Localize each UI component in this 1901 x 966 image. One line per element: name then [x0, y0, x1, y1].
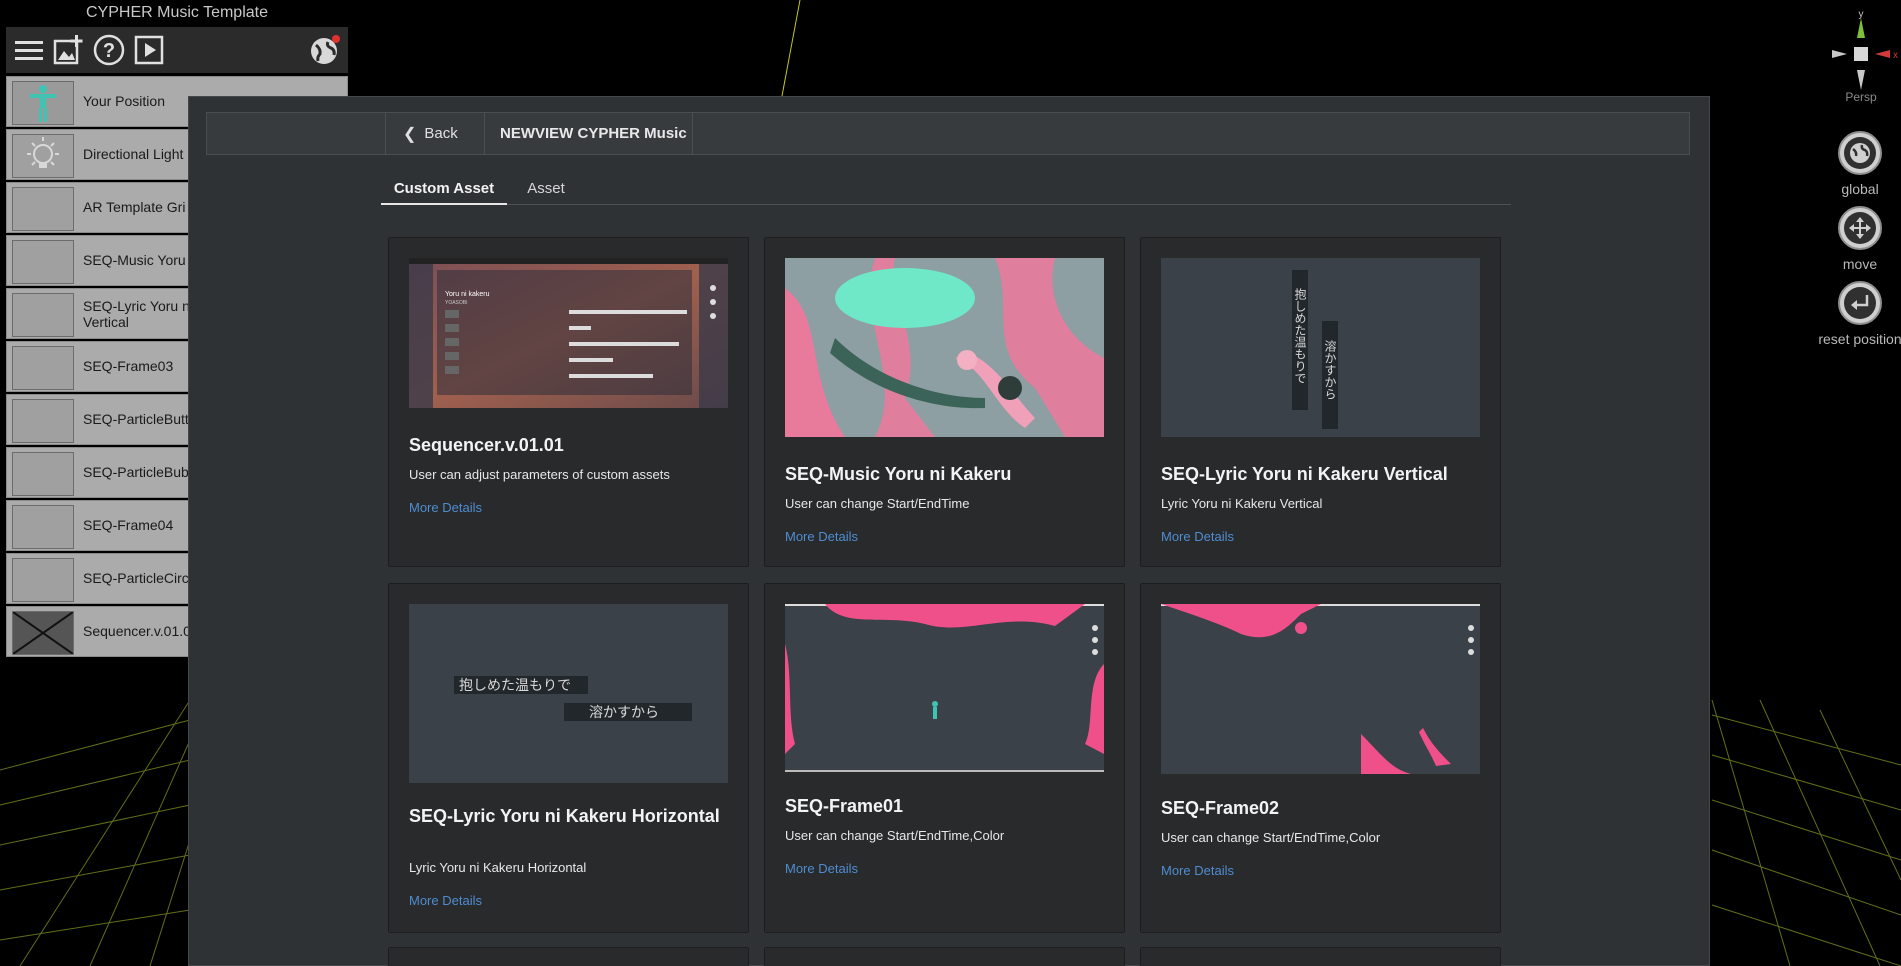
hierarchy-item-label: AR Template Gri: [83, 199, 186, 215]
modal-title: NEWVIEW CYPHER Music: [500, 125, 687, 142]
hierarchy-item-label: SEQ-Frame04: [83, 517, 174, 533]
global-label: global: [1841, 181, 1879, 197]
card-description: User can adjust parameters of custom ass…: [409, 467, 670, 482]
person-icon: [12, 81, 74, 125]
tab-asset[interactable]: Asset: [511, 173, 581, 205]
thumb-heading: Yoru ni kakeru: [445, 291, 490, 298]
asset-card[interactable]: SEQ-Frame02 User can change Start/EndTim…: [1140, 583, 1501, 933]
asset-card[interactable]: 抱しめた温もりで 溶かすから SEQ-Lyric Yoru ni Kakeru …: [1140, 237, 1501, 567]
hierarchy-item-label: Sequencer.v.01.0: [83, 623, 191, 639]
item-thumbnail: [12, 240, 74, 284]
hierarchy-item-label: SEQ-Frame03: [83, 358, 174, 374]
item-thumbnail: [12, 293, 74, 337]
add-image-icon[interactable]: [52, 33, 86, 67]
asset-tabs: Custom Asset Asset: [381, 173, 1511, 205]
asset-browser-modal: ❮ Back NEWVIEW CYPHER Music Custom Asset…: [188, 96, 1710, 966]
asset-card[interactable]: 抱しめた温もりで 溶かすから SEQ-Lyric Yoru ni Kakeru …: [388, 583, 749, 933]
globe-icon: [1850, 143, 1870, 163]
thumb-lyric-line2: 溶かすから: [589, 705, 659, 721]
more-details-link[interactable]: More Details: [1161, 863, 1234, 878]
axis-y-label: y: [1859, 9, 1864, 20]
axis-x-label: x: [1893, 50, 1898, 61]
hierarchy-title: CYPHER Music Template: [86, 4, 268, 21]
hierarchy-item-label: SEQ-Lyric Yoru ni Vertical: [83, 298, 193, 330]
item-thumbnail: [12, 346, 74, 390]
move-button[interactable]: move: [1805, 206, 1901, 272]
item-thumbnail: [12, 399, 74, 443]
thumb-lyric-line1: 抱しめた温もりで: [459, 678, 571, 694]
globe-notification-icon[interactable]: [308, 33, 342, 67]
card-title: SEQ-Lyric Yoru ni Kakeru Horizontal: [409, 806, 720, 826]
thumb-lyric-line1: 抱しめた温もりで: [1293, 287, 1307, 384]
asset-card[interactable]: SEQ-Music Yoru ni Kakeru User can change…: [764, 237, 1125, 567]
card-thumbnail: [1161, 604, 1480, 774]
card-thumbnail: [785, 604, 1104, 772]
card-description: User can change Start/EndTime,Color: [1161, 830, 1381, 845]
card-title: Sequencer.v.01.01: [409, 435, 564, 455]
item-thumbnail: [12, 187, 74, 231]
more-details-link[interactable]: More Details: [1161, 529, 1234, 544]
hierarchy-item-label: SEQ-ParticleCircl: [83, 570, 192, 586]
back-button[interactable]: ❮ Back: [403, 113, 458, 154]
reset-position-button[interactable]: reset position: [1805, 281, 1901, 347]
hierarchy-item-label: SEQ-ParticleBubl: [83, 464, 192, 480]
card-title: SEQ-Lyric Yoru ni Kakeru Vertical: [1161, 464, 1448, 484]
card-thumbnail: 抱しめた温もりで 溶かすから: [409, 604, 728, 783]
card-description: User can change Start/EndTime,Color: [785, 828, 1005, 843]
card-title: SEQ-Frame01: [785, 796, 904, 816]
move-label: move: [1842, 256, 1878, 272]
hierarchy-toolbar: ?: [6, 27, 348, 73]
tab-custom-asset[interactable]: Custom Asset: [381, 173, 507, 205]
missing-image-icon: [12, 611, 74, 655]
card-title: SEQ-Frame02: [1161, 798, 1280, 818]
card-description: Lyric Yoru ni Kakeru Vertical: [1161, 496, 1323, 511]
help-icon[interactable]: ?: [92, 33, 126, 67]
item-thumbnail: [12, 505, 74, 549]
card-thumbnail: 抱しめた温もりで 溶かすから: [1161, 258, 1480, 437]
card-description: User can change Start/EndTime: [785, 496, 970, 511]
play-icon[interactable]: [132, 33, 166, 67]
hierarchy-item-label: SEQ-Music Yoru: [83, 252, 186, 268]
card-title: SEQ-Music Yoru ni Kakeru: [785, 464, 1012, 484]
more-details-link[interactable]: More Details: [785, 861, 858, 876]
reset-position-label: reset position: [1818, 331, 1901, 347]
app-root: CYPHER Music Template ? Your Position Di…: [0, 0, 1901, 966]
asset-card[interactable]: [388, 947, 749, 966]
hierarchy-item-label: Directional Light: [83, 146, 184, 162]
more-details-link[interactable]: More Details: [409, 500, 482, 515]
asset-card[interactable]: [1140, 947, 1501, 966]
card-description: Lyric Yoru ni Kakeru Horizontal: [409, 860, 587, 875]
back-label: Back: [424, 125, 458, 142]
modal-header: ❮ Back NEWVIEW CYPHER Music: [206, 112, 1690, 155]
item-thumbnail: [12, 558, 74, 602]
reset-icon: [1851, 295, 1869, 310]
thumb-sub: YOASOBI: [445, 300, 468, 306]
light-bulb-icon: [12, 134, 74, 178]
more-details-link[interactable]: More Details: [785, 529, 858, 544]
svg-text:?: ?: [103, 40, 115, 62]
hierarchy-item-label: SEQ-ParticleButt: [83, 411, 189, 427]
thumb-lyric-line2: 溶かすから: [1323, 339, 1337, 400]
item-thumbnail: [12, 452, 74, 496]
asset-card[interactable]: [764, 947, 1125, 966]
move-arrows-icon: [1849, 217, 1871, 239]
axis-gizmo[interactable]: y x Persp: [1830, 8, 1901, 108]
more-details-link[interactable]: More Details: [409, 893, 482, 908]
asset-card[interactable]: Yoru ni kakeru YOASOBI Sequencer.v.01.01…: [388, 237, 749, 567]
card-thumbnail: [785, 258, 1104, 437]
asset-card[interactable]: SEQ-Frame01 User can change Start/EndTim…: [764, 583, 1125, 933]
projection-label: Persp: [1845, 90, 1877, 104]
card-thumbnail: Yoru ni kakeru YOASOBI: [409, 258, 728, 408]
global-button[interactable]: global: [1805, 131, 1901, 197]
chevron-left-icon: ❮: [403, 125, 417, 143]
hierarchy-item-label: Your Position: [83, 93, 165, 109]
menu-icon[interactable]: [12, 33, 46, 67]
